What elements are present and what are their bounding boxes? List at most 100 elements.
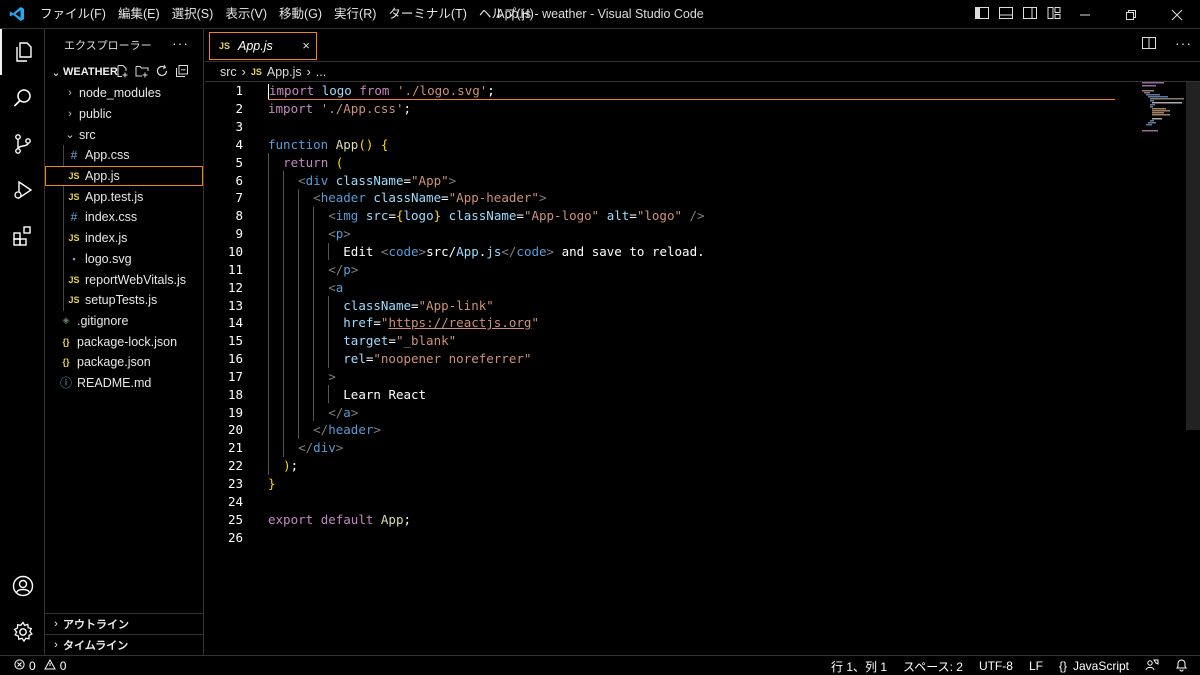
tree-item-gitignore[interactable]: ◈ .gitignore: [45, 311, 203, 332]
code-line[interactable]: 2 import './App.css';: [205, 100, 1190, 118]
code-line[interactable]: 10 Edit <code>src/App.js</code> and save…: [205, 242, 1190, 261]
code-editor[interactable]: 1 import logo from './logo.svg'; 2 import '…: [205, 82, 1190, 655]
js-file-icon: JS: [68, 233, 80, 244]
code-line[interactable]: 11 </p>: [205, 260, 1190, 279]
collapse-all-icon[interactable]: [175, 64, 189, 81]
tree-item-package-lock[interactable]: {} package-lock.json: [45, 331, 203, 352]
code-text: <a: [328, 279, 344, 295]
end-of-line[interactable]: LF: [1029, 659, 1043, 673]
braces-icon: {}: [1058, 659, 1067, 673]
code-line[interactable]: 25 export default App;: [205, 510, 1190, 528]
minimap[interactable]: [1140, 82, 1190, 142]
code-line[interactable]: 23}: [205, 475, 1190, 493]
menu-go[interactable]: 移動(G): [273, 0, 328, 29]
tree-item-report-web-vitals[interactable]: JS reportWebVitals.js: [45, 269, 203, 290]
breadcrumb-symbols[interactable]: ...: [316, 65, 326, 79]
explorer-icon[interactable]: [0, 29, 45, 75]
tree-item-setup-tests[interactable]: JS setupTests.js: [45, 289, 203, 311]
code-line[interactable]: 8 <img src={logo} className="App-logo" a…: [205, 206, 1190, 225]
toggle-secondary-sidebar-icon[interactable]: [1022, 5, 1038, 24]
activity-bar-bottom: [0, 563, 45, 655]
tree-item-package-json[interactable]: {} package.json: [45, 352, 203, 373]
code-line[interactable]: 7 <header className="App-header">: [205, 189, 1190, 207]
indentation[interactable]: スペース: 2: [903, 658, 963, 675]
tree-item-public[interactable]: › public: [45, 104, 203, 125]
code-text: Learn React: [343, 386, 427, 402]
feedback-icon[interactable]: [1145, 658, 1159, 675]
split-editor-icon[interactable]: [1141, 35, 1157, 54]
restore-button[interactable]: [1108, 0, 1154, 29]
menu-view[interactable]: 表示(V): [219, 0, 273, 29]
customize-layout-icon[interactable]: [1046, 5, 1062, 24]
run-debug-icon[interactable]: [0, 167, 45, 213]
menu-edit[interactable]: 編集(E): [112, 0, 166, 29]
tree-item-app-js[interactable]: JS App.js: [45, 165, 203, 187]
code-line[interactable]: 22 );: [205, 456, 1190, 475]
source-control-icon[interactable]: [0, 121, 45, 167]
code-line[interactable]: 21 </div>: [205, 438, 1190, 457]
code-line[interactable]: 9 <p>: [205, 224, 1190, 243]
minimize-button[interactable]: [1062, 0, 1108, 29]
toggle-panel-icon[interactable]: [998, 5, 1014, 24]
code-text: import './App.css';: [268, 101, 412, 117]
close-window-button[interactable]: [1154, 0, 1200, 29]
tree-item-src[interactable]: ⌄ src: [45, 124, 203, 145]
cursor-position[interactable]: 行 1、列 1: [831, 658, 887, 675]
settings-gear-icon[interactable]: [0, 609, 45, 655]
code-line[interactable]: 12 <a: [205, 278, 1190, 297]
code-line[interactable]: 5 return (: [205, 153, 1190, 172]
line-number: 2: [235, 101, 243, 117]
code-line[interactable]: 16 rel="noopener noreferrer": [205, 349, 1190, 368]
more-actions-icon[interactable]: ···: [1175, 35, 1192, 54]
workspace-folder[interactable]: ⌄ WEATHER: [45, 61, 203, 83]
more-actions-icon[interactable]: ···: [172, 35, 189, 51]
menu-selection[interactable]: 選択(S): [166, 0, 220, 29]
tree-item-node-modules[interactable]: › node_modules: [45, 83, 203, 104]
code-line[interactable]: 15 target="_blank": [205, 331, 1190, 350]
timeline-pane[interactable]: › タイムライン: [45, 634, 204, 655]
code-line[interactable]: 6 <div className="App">: [205, 171, 1190, 190]
code-line[interactable]: 19 </a>: [205, 403, 1190, 422]
code-line[interactable]: 13 className="App-link": [205, 296, 1190, 314]
menu-terminal[interactable]: ターミナル(T): [382, 0, 472, 29]
code-line[interactable]: 14 href="https://reactjs.org": [205, 313, 1190, 332]
error-icon: [14, 658, 25, 673]
accounts-icon[interactable]: [0, 563, 45, 609]
tree-item-app-css[interactable]: # App.css: [45, 145, 203, 166]
refresh-icon[interactable]: [155, 64, 169, 81]
search-icon[interactable]: [0, 75, 45, 121]
new-folder-icon[interactable]: [135, 64, 149, 81]
close-icon[interactable]: ×: [302, 38, 310, 53]
breadcrumb-folder[interactable]: src: [220, 65, 237, 79]
outline-pane[interactable]: › アウトライン: [45, 613, 204, 634]
code-line[interactable]: 4 function App() {: [205, 136, 1190, 154]
code-line[interactable]: 26: [205, 528, 1190, 546]
tab-app-js[interactable]: JS App.js ×: [209, 32, 317, 60]
code-line[interactable]: 20 </header>: [205, 421, 1190, 439]
encoding[interactable]: UTF-8: [979, 659, 1013, 673]
code-line[interactable]: 17 >: [205, 367, 1190, 386]
code-text: }: [268, 475, 276, 491]
tree-item-index-css[interactable]: # index.css: [45, 207, 203, 228]
menu-file[interactable]: ファイル(F): [34, 0, 112, 29]
code-line[interactable]: 18 Learn React: [205, 385, 1190, 404]
menu-run[interactable]: 実行(R): [328, 0, 382, 29]
title-bar: ファイル(F) 編集(E) 選択(S) 表示(V) 移動(G) 実行(R) ター…: [0, 0, 1200, 29]
code-line[interactable]: 3: [205, 118, 1190, 136]
language-mode[interactable]: {} JavaScript: [1059, 659, 1129, 673]
problems-indicator[interactable]: 0 0: [0, 658, 66, 673]
code-line[interactable]: 24: [205, 492, 1190, 510]
breadcrumb-file[interactable]: App.js: [267, 65, 302, 79]
tree-item-app-test-js[interactable]: JS App.test.js: [45, 186, 203, 208]
extensions-icon[interactable]: [0, 213, 45, 259]
vertical-scrollbar[interactable]: [1186, 82, 1200, 430]
tree-item-readme[interactable]: ⓘ README.md: [45, 373, 203, 394]
new-file-icon[interactable]: [115, 64, 129, 81]
toggle-primary-sidebar-icon[interactable]: [974, 5, 990, 24]
tree-item-index-js[interactable]: JS index.js: [45, 227, 203, 249]
notifications-bell-icon[interactable]: [1175, 658, 1188, 675]
tree-item-logo-svg[interactable]: ▪ logo.svg: [45, 248, 203, 270]
menu-help[interactable]: ヘルプ(H): [473, 0, 540, 29]
line-number: 21: [227, 440, 243, 456]
code-line[interactable]: 1 import logo from './logo.svg';: [205, 82, 1190, 100]
